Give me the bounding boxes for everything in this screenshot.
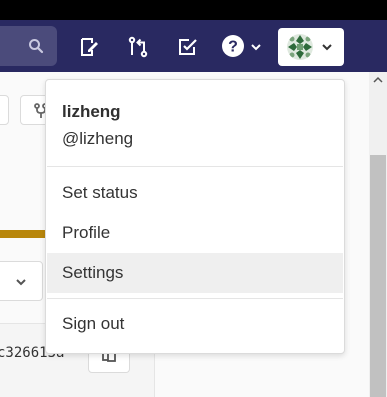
menu-item-sign-out[interactable]: Sign out <box>47 304 343 344</box>
chevron-down-icon <box>322 44 332 51</box>
user-menu-button[interactable] <box>278 28 344 66</box>
vertical-scrollbar[interactable] <box>369 72 387 397</box>
scroll-up-arrow-icon[interactable] <box>373 76 383 84</box>
avatar <box>287 34 313 60</box>
user-handle[interactable]: @lizheng <box>62 129 133 149</box>
divider <box>47 298 343 299</box>
search-icon <box>29 39 44 54</box>
window-top-strip <box>0 0 387 20</box>
progress-bar <box>0 230 46 238</box>
search-box[interactable] <box>0 26 57 66</box>
todos-icon[interactable] <box>177 36 199 58</box>
branch-select[interactable] <box>0 261 43 301</box>
user-name[interactable]: lizheng <box>62 102 121 122</box>
top-navbar: ? <box>0 20 387 72</box>
chevron-down-icon <box>251 44 261 51</box>
menu-item-profile[interactable]: Profile <box>47 213 343 253</box>
issues-icon[interactable] <box>78 36 100 58</box>
menu-item-set-status[interactable]: Set status <box>47 173 343 213</box>
merge-request-icon[interactable] <box>127 36 149 58</box>
svg-text:?: ? <box>228 39 238 56</box>
scrollbar-thumb[interactable] <box>370 155 386 397</box>
menu-item-settings[interactable]: Settings <box>47 253 343 293</box>
user-dropdown-menu: lizheng @lizheng Set status Profile Sett… <box>45 79 345 354</box>
divider <box>47 166 343 167</box>
chevron-down-icon <box>16 279 26 286</box>
help-icon: ? <box>222 35 244 57</box>
screen: ? c326613a lizheng @lizheng Set status P… <box>0 0 387 397</box>
help-menu-button[interactable]: ? <box>221 34 265 60</box>
background-button[interactable] <box>0 95 9 125</box>
